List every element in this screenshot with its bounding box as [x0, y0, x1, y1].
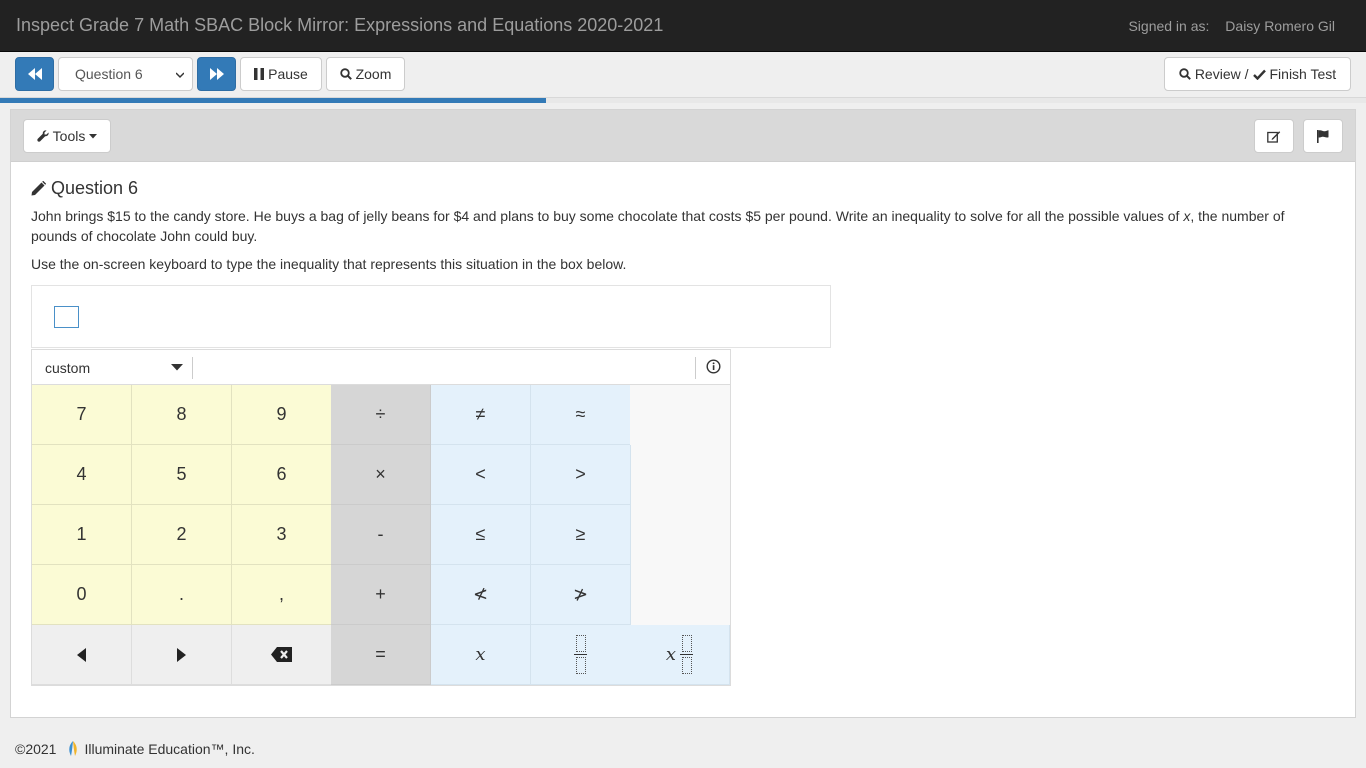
company-name[interactable]: Illuminate Education™, Inc.	[84, 741, 254, 757]
question-prompt-part1: John brings $15 to the candy store. He b…	[31, 208, 1184, 224]
pause-button[interactable]: Pause	[240, 57, 322, 91]
wrench-icon	[37, 130, 49, 142]
panel-header: Tools	[11, 110, 1355, 162]
previous-question-button[interactable]	[15, 57, 54, 91]
finish-label: Finish Test	[1269, 66, 1337, 82]
key-6[interactable]: 6	[232, 445, 332, 505]
chevron-down-icon	[176, 72, 184, 79]
key-not-greater[interactable]: ≯	[531, 565, 631, 625]
key-divide[interactable]: ÷	[331, 385, 431, 445]
review-finish-button[interactable]: Review / Finish Test	[1164, 57, 1351, 91]
question-panel: Tools Question 6 John brings $15 to the …	[10, 109, 1356, 718]
cursor-left-button[interactable]	[32, 625, 132, 685]
signed-in-info: Signed in as: Daisy Romero Gil	[1128, 18, 1335, 34]
key-equals[interactable]: =	[331, 625, 431, 685]
caret-right-icon	[177, 647, 186, 662]
key-4[interactable]: 4	[32, 445, 132, 505]
fraction-icon	[574, 635, 587, 674]
key-not-equal[interactable]: ≠	[431, 385, 531, 445]
key-2[interactable]: 2	[132, 505, 232, 565]
search-icon	[1179, 68, 1191, 80]
fast-forward-icon	[209, 68, 224, 80]
key-comma[interactable]: ,	[232, 565, 332, 625]
key-variable-x[interactable]: x	[431, 625, 531, 685]
question-title: Question 6	[31, 178, 138, 199]
user-name[interactable]: Daisy Romero Gil	[1225, 18, 1335, 34]
key-9[interactable]: 9	[232, 385, 332, 445]
pencil-icon	[31, 181, 46, 196]
info-icon[interactable]	[706, 359, 721, 374]
pause-label: Pause	[268, 66, 308, 82]
key-approx[interactable]: ≈	[531, 385, 631, 445]
question-prompt: John brings $15 to the candy store. He b…	[31, 206, 1331, 246]
keypad-divider	[192, 357, 193, 379]
key-decimal[interactable]: .	[132, 565, 232, 625]
cursor-right-button[interactable]	[132, 625, 232, 685]
edit-icon	[1267, 130, 1281, 143]
key-plus[interactable]: +	[331, 565, 431, 625]
pause-icon	[254, 68, 265, 80]
fraction-icon	[680, 635, 694, 674]
notepad-button[interactable]	[1254, 119, 1294, 153]
tools-button[interactable]: Tools	[23, 119, 111, 153]
caret-down-icon	[89, 133, 98, 138]
fast-backward-icon	[27, 68, 42, 80]
backspace-button[interactable]	[232, 625, 332, 685]
caret-left-icon	[77, 647, 86, 662]
copyright-text: ©2021	[15, 741, 57, 757]
key-7[interactable]: 7	[32, 385, 132, 445]
search-icon	[339, 68, 352, 80]
mixed-fraction-variable: x	[665, 644, 677, 665]
answer-area[interactable]	[31, 285, 831, 348]
keypad-divider	[695, 357, 696, 379]
keypad-mode-select[interactable]: custom	[45, 360, 90, 376]
progress-fill	[0, 98, 547, 103]
key-0[interactable]: 0	[32, 565, 132, 625]
keypad-empty-column	[630, 385, 730, 625]
key-less-than[interactable]: <	[431, 445, 531, 505]
test-title: Inspect Grade 7 Math SBAC Block Mirror: …	[16, 15, 664, 35]
question-instruction: Use the on-screen keyboard to type the i…	[31, 256, 627, 272]
illuminate-logo-icon	[69, 741, 78, 756]
key-fraction[interactable]	[531, 625, 631, 685]
math-keypad: custom 7 8 9 ÷ ≠ ≈ 4 5 6 × < > 1 2 3 - ≤…	[31, 349, 731, 686]
key-1[interactable]: 1	[32, 505, 132, 565]
backspace-icon	[271, 647, 292, 662]
key-greater-than[interactable]: >	[531, 445, 631, 505]
question-select-value: Question 6	[75, 66, 143, 82]
key-minus[interactable]: -	[331, 505, 431, 565]
question-select[interactable]: Question 6	[58, 57, 193, 91]
math-input-field[interactable]	[54, 306, 79, 328]
test-toolbar: Question 6 Pause Zoom Review / Finish Te…	[0, 52, 1366, 98]
signed-in-label: Signed in as:	[1128, 18, 1210, 34]
key-mixed-fraction[interactable]: x	[630, 625, 730, 685]
flag-icon	[1317, 129, 1329, 143]
flag-button[interactable]	[1303, 119, 1343, 153]
key-less-equal[interactable]: ≤	[431, 505, 531, 565]
key-times[interactable]: ×	[331, 445, 431, 505]
caret-down-icon[interactable]	[171, 364, 183, 371]
key-3[interactable]: 3	[232, 505, 332, 565]
key-5[interactable]: 5	[132, 445, 232, 505]
keypad-header: custom	[32, 350, 730, 385]
zoom-label: Zoom	[355, 66, 392, 82]
zoom-button[interactable]: Zoom	[326, 57, 405, 91]
top-navbar: Inspect Grade 7 Math SBAC Block Mirror: …	[0, 0, 1366, 52]
key-greater-equal[interactable]: ≥	[531, 505, 631, 565]
check-icon	[1252, 69, 1266, 80]
progress-bar	[0, 98, 1366, 103]
footer: ©2021 Illuminate Education™, Inc.	[15, 741, 255, 757]
tools-label: Tools	[52, 128, 86, 144]
key-not-less[interactable]: ≮	[431, 565, 531, 625]
key-8[interactable]: 8	[132, 385, 232, 445]
question-title-text: Question 6	[51, 178, 139, 198]
next-question-button[interactable]	[197, 57, 236, 91]
review-label: Review /	[1194, 66, 1249, 82]
